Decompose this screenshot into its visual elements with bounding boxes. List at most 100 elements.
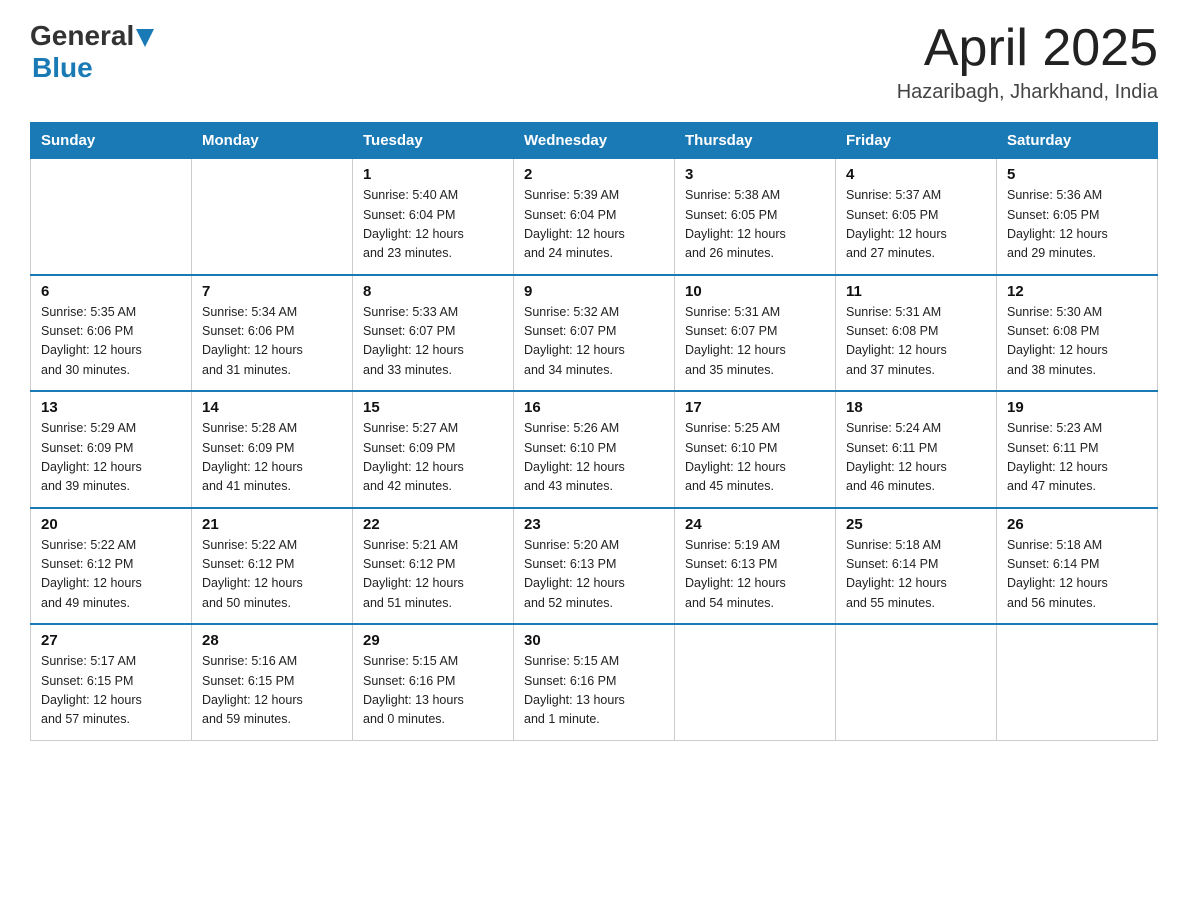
day-info: Sunrise: 5:32 AM Sunset: 6:07 PM Dayligh… — [524, 303, 664, 381]
day-number: 26 — [1007, 516, 1147, 533]
day-number: 21 — [202, 516, 342, 533]
calendar-cell: 14Sunrise: 5:28 AM Sunset: 6:09 PM Dayli… — [192, 391, 353, 508]
calendar-cell: 27 Sunrise: 5:17 AM Sunset: 6:15 PM Dayli… — [31, 624, 192, 740]
calendar-cell: 17 Sunrise: 5:25 AM Sunset: 6:10 PM Dayli… — [675, 391, 836, 508]
day-number: 5 — [1007, 166, 1147, 183]
day-info: Sunrise: 5:22 AM Sunset: 6:12 PM Dayligh… — [202, 536, 342, 614]
calendar-week-row: 20 Sunrise: 5:22 AM Sunset: 6:12 PM Dayli… — [31, 508, 1158, 625]
calendar-cell: 26 Sunrise: 5:18 AM Sunset: 6:14 PM Dayli… — [997, 508, 1158, 625]
calendar-cell: 29 Sunrise: 5:15 AM Sunset: 6:16 PM Dayli… — [353, 624, 514, 740]
day-number: 22 — [363, 516, 503, 533]
calendar-week-row: 27 Sunrise: 5:17 AM Sunset: 6:15 PM Dayli… — [31, 624, 1158, 740]
calendar-cell: 16 Sunrise: 5:26 AM Sunset: 6:10 PM Dayli… — [514, 391, 675, 508]
calendar-cell: 5 Sunrise: 5:36 AM Sunset: 6:05 PM Daylig… — [997, 159, 1158, 275]
day-info: Sunrise: 5:19 AM Sunset: 6:13 PM Dayligh… — [685, 536, 825, 614]
location-subtitle: Hazaribagh, Jharkhand, India — [897, 81, 1158, 104]
day-number: 9 — [524, 283, 664, 300]
calendar-header-row: SundayMondayTuesdayWednesdayThursdayFrid… — [31, 123, 1158, 159]
day-number: 30 — [524, 632, 664, 649]
calendar-cell — [31, 159, 192, 275]
col-header-thursday: Thursday — [675, 123, 836, 159]
calendar-title-block: April 2025 Hazaribagh, Jharkhand, India — [897, 20, 1158, 104]
day-number: 7 — [202, 283, 342, 300]
day-number: 10 — [685, 283, 825, 300]
day-number: 4 — [846, 166, 986, 183]
logo-blue-text: Blue — [32, 52, 93, 83]
calendar-cell: 22 Sunrise: 5:21 AM Sunset: 6:12 PM Dayli… — [353, 508, 514, 625]
day-number: 16 — [524, 399, 664, 416]
calendar-cell: 23Sunrise: 5:20 AM Sunset: 6:13 PM Dayli… — [514, 508, 675, 625]
calendar-cell: 12Sunrise: 5:30 AM Sunset: 6:08 PM Dayli… — [997, 275, 1158, 392]
calendar-week-row: 13 Sunrise: 5:29 AM Sunset: 6:09 PM Dayli… — [31, 391, 1158, 508]
day-info: Sunrise: 5:15 AM Sunset: 6:16 PM Dayligh… — [524, 652, 664, 730]
calendar-cell: 18 Sunrise: 5:24 AM Sunset: 6:11 PM Dayli… — [836, 391, 997, 508]
day-number: 2 — [524, 166, 664, 183]
day-info: Sunrise: 5:36 AM Sunset: 6:05 PM Dayligh… — [1007, 186, 1147, 264]
calendar-cell — [836, 624, 997, 740]
col-header-wednesday: Wednesday — [514, 123, 675, 159]
calendar-cell: 15 Sunrise: 5:27 AM Sunset: 6:09 PM Dayli… — [353, 391, 514, 508]
day-number: 13 — [41, 399, 181, 416]
calendar-cell: 11 Sunrise: 5:31 AM Sunset: 6:08 PM Dayli… — [836, 275, 997, 392]
day-number: 14 — [202, 399, 342, 416]
day-info: Sunrise: 5:18 AM Sunset: 6:14 PM Dayligh… — [846, 536, 986, 614]
day-info: Sunrise: 5:38 AM Sunset: 6:05 PM Dayligh… — [685, 186, 825, 264]
day-info: Sunrise: 5:34 AM Sunset: 6:06 PM Dayligh… — [202, 303, 342, 381]
day-number: 20 — [41, 516, 181, 533]
calendar-cell: 28 Sunrise: 5:16 AM Sunset: 6:15 PM Dayli… — [192, 624, 353, 740]
calendar-cell: 13 Sunrise: 5:29 AM Sunset: 6:09 PM Dayli… — [31, 391, 192, 508]
day-number: 23 — [524, 516, 664, 533]
day-info: Sunrise: 5:31 AM Sunset: 6:08 PM Dayligh… — [846, 303, 986, 381]
day-number: 27 — [41, 632, 181, 649]
calendar-cell: 24 Sunrise: 5:19 AM Sunset: 6:13 PM Dayli… — [675, 508, 836, 625]
day-info: Sunrise: 5:35 AM Sunset: 6:06 PM Dayligh… — [41, 303, 181, 381]
calendar-cell: 10 Sunrise: 5:31 AM Sunset: 6:07 PM Dayli… — [675, 275, 836, 392]
calendar-cell: 30 Sunrise: 5:15 AM Sunset: 6:16 PM Dayli… — [514, 624, 675, 740]
day-number: 24 — [685, 516, 825, 533]
day-number: 29 — [363, 632, 503, 649]
day-number: 18 — [846, 399, 986, 416]
day-number: 19 — [1007, 399, 1147, 416]
calendar-week-row: 6 Sunrise: 5:35 AM Sunset: 6:06 PM Daylig… — [31, 275, 1158, 392]
col-header-monday: Monday — [192, 123, 353, 159]
day-number: 25 — [846, 516, 986, 533]
calendar-cell: 19 Sunrise: 5:23 AM Sunset: 6:11 PM Dayli… — [997, 391, 1158, 508]
day-number: 28 — [202, 632, 342, 649]
day-info: Sunrise: 5:29 AM Sunset: 6:09 PM Dayligh… — [41, 419, 181, 497]
logo-triangle-icon — [136, 29, 154, 47]
day-info: Sunrise: 5:18 AM Sunset: 6:14 PM Dayligh… — [1007, 536, 1147, 614]
calendar-cell: 4Sunrise: 5:37 AM Sunset: 6:05 PM Daylig… — [836, 159, 997, 275]
day-number: 8 — [363, 283, 503, 300]
day-info: Sunrise: 5:25 AM Sunset: 6:10 PM Dayligh… — [685, 419, 825, 497]
day-info: Sunrise: 5:39 AM Sunset: 6:04 PM Dayligh… — [524, 186, 664, 264]
day-number: 6 — [41, 283, 181, 300]
calendar-week-row: 1Sunrise: 5:40 AM Sunset: 6:04 PM Daylig… — [31, 159, 1158, 275]
calendar-cell: 9 Sunrise: 5:32 AM Sunset: 6:07 PM Daylig… — [514, 275, 675, 392]
day-info: Sunrise: 5:15 AM Sunset: 6:16 PM Dayligh… — [363, 652, 503, 730]
col-header-sunday: Sunday — [31, 123, 192, 159]
day-info: Sunrise: 5:23 AM Sunset: 6:11 PM Dayligh… — [1007, 419, 1147, 497]
day-number: 11 — [846, 283, 986, 300]
calendar-cell: 21 Sunrise: 5:22 AM Sunset: 6:12 PM Dayli… — [192, 508, 353, 625]
day-info: Sunrise: 5:27 AM Sunset: 6:09 PM Dayligh… — [363, 419, 503, 497]
month-title: April 2025 — [897, 20, 1158, 77]
calendar-table: SundayMondayTuesdayWednesdayThursdayFrid… — [30, 122, 1158, 741]
day-number: 15 — [363, 399, 503, 416]
calendar-cell: 7 Sunrise: 5:34 AM Sunset: 6:06 PM Daylig… — [192, 275, 353, 392]
day-info: Sunrise: 5:40 AM Sunset: 6:04 PM Dayligh… — [363, 186, 503, 264]
day-info: Sunrise: 5:33 AM Sunset: 6:07 PM Dayligh… — [363, 303, 503, 381]
logo: General Blue — [30, 20, 154, 84]
day-info: Sunrise: 5:31 AM Sunset: 6:07 PM Dayligh… — [685, 303, 825, 381]
calendar-cell: 1Sunrise: 5:40 AM Sunset: 6:04 PM Daylig… — [353, 159, 514, 275]
day-info: Sunrise: 5:24 AM Sunset: 6:11 PM Dayligh… — [846, 419, 986, 497]
day-info: Sunrise: 5:26 AM Sunset: 6:10 PM Dayligh… — [524, 419, 664, 497]
logo-general-text: General — [30, 20, 134, 52]
day-number: 17 — [685, 399, 825, 416]
day-info: Sunrise: 5:22 AM Sunset: 6:12 PM Dayligh… — [41, 536, 181, 614]
day-info: Sunrise: 5:21 AM Sunset: 6:12 PM Dayligh… — [363, 536, 503, 614]
calendar-cell — [192, 159, 353, 275]
day-info: Sunrise: 5:30 AM Sunset: 6:08 PM Dayligh… — [1007, 303, 1147, 381]
day-info: Sunrise: 5:16 AM Sunset: 6:15 PM Dayligh… — [202, 652, 342, 730]
calendar-cell: 6 Sunrise: 5:35 AM Sunset: 6:06 PM Daylig… — [31, 275, 192, 392]
day-info: Sunrise: 5:17 AM Sunset: 6:15 PM Dayligh… — [41, 652, 181, 730]
